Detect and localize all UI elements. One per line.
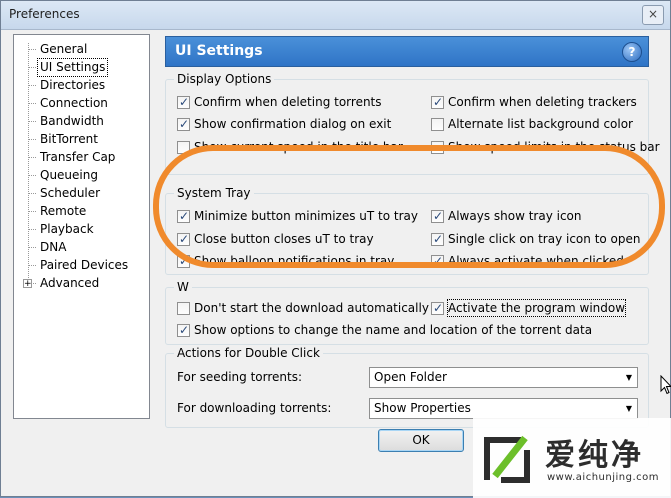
ok-button[interactable]: OK (378, 429, 464, 452)
downloading-action-label: For downloading torrents: (177, 401, 332, 415)
seeding-action-value: Open Folder (374, 370, 447, 384)
tree-guide-dash (28, 175, 36, 176)
checkbox-box[interactable] (177, 322, 190, 338)
tree-item-ui-settings[interactable]: UI Settings (36, 58, 109, 77)
tree-item-dna[interactable]: DNA (38, 239, 68, 256)
checkbox-label: Activate the program window (446, 299, 627, 317)
tree-guide-dash (28, 49, 36, 50)
page-title: UI Settings (175, 43, 263, 59)
checkbox-label: Always show tray icon (448, 209, 582, 223)
tree-item-scheduler[interactable]: Scheduler (38, 185, 102, 202)
watermark-logo: 爱纯净 www.aichunjing.com (473, 418, 671, 498)
checkbox-label: Alternate list background color (448, 117, 633, 131)
chevron-down-icon: ▼ (625, 404, 632, 413)
panel-header: UI Settings ? (165, 36, 649, 67)
brand-name: 爱纯净 (545, 438, 644, 473)
checkbox-label: Don't start the download automatically (194, 301, 429, 315)
checkbox-box[interactable] (177, 253, 190, 269)
brand-url: www.aichunjing.com (547, 472, 659, 483)
tree-guide-dash (28, 247, 36, 248)
tree-guide-dash (28, 229, 36, 230)
checkbox-label: Show confirmation dialog on exit (194, 117, 392, 131)
checkbox-box[interactable] (177, 116, 190, 132)
tree-guide-dash (28, 103, 36, 104)
window-title: Preferences (9, 7, 80, 21)
checkbox-label: Confirm when deleting torrents (194, 95, 382, 109)
tree-guide-dash (28, 265, 36, 266)
adding-torrents-label: W (174, 280, 192, 294)
checkbox-box[interactable] (431, 94, 444, 110)
display-options-label: Display Options (174, 72, 275, 86)
seeding-action-label: For seeding torrents: (177, 370, 302, 384)
checkbox-label: Show current speed in the title bar (194, 140, 403, 154)
close-icon[interactable]: × (642, 5, 664, 25)
checkbox-box[interactable] (431, 253, 444, 269)
tree-guide-dash (28, 121, 36, 122)
tree-item-advanced[interactable]: Advanced (38, 275, 101, 292)
checkbox-label: Show speed limits in the status bar (448, 140, 660, 154)
tree-item-directories[interactable]: Directories (38, 77, 107, 94)
checkbox-box[interactable] (177, 302, 190, 315)
chevron-down-icon: ▼ (625, 373, 632, 382)
checkbox-label: Close button closes uT to tray (194, 232, 374, 246)
mouse-cursor-icon (660, 375, 671, 395)
tree-item-bittorrent[interactable]: BitTorrent (38, 131, 100, 148)
checkbox-box[interactable] (431, 118, 444, 131)
tree-item-general[interactable]: General (38, 41, 89, 58)
checkbox-label: Single click on tray icon to open (448, 232, 641, 246)
title-bar[interactable]: Preferences × (1, 1, 670, 30)
preferences-window: Preferences × General UI Settings Director… (0, 0, 671, 498)
brand-logo-icon (484, 435, 530, 483)
help-icon[interactable]: ? (622, 42, 642, 62)
tree-item-connection[interactable]: Connection (38, 95, 110, 112)
tree-item-queueing[interactable]: Queueing (38, 167, 100, 184)
tree-guide-dash (28, 67, 36, 68)
checkbox-label: Minimize button minimizes uT to tray (194, 209, 418, 223)
tree-guide-dash (28, 139, 36, 140)
double-click-label: Actions for Double Click (174, 346, 323, 360)
checkbox-box[interactable] (431, 141, 444, 154)
checkbox-box[interactable] (177, 231, 190, 247)
tree-item-paired-devices[interactable]: Paired Devices (38, 257, 130, 274)
checkbox-label: Always activate when clicked (448, 254, 624, 268)
category-tree[interactable]: General UI Settings Directories Connection B… (13, 34, 150, 419)
downloading-action-value: Show Properties (374, 401, 471, 415)
tree-item-transfer-cap[interactable]: Transfer Cap (38, 149, 117, 166)
tree-guide-dash (28, 211, 36, 212)
downloading-action-select[interactable]: Show Properties ▼ (369, 398, 638, 419)
expand-icon[interactable]: + (23, 279, 32, 289)
tree-item-bandwidth[interactable]: Bandwidth (38, 113, 106, 130)
checkbox-box[interactable] (177, 208, 190, 224)
tree-guide-dash (28, 85, 36, 86)
checkbox-box[interactable] (431, 208, 444, 224)
tree-item-remote[interactable]: Remote (38, 203, 88, 220)
tree-guide-dash (28, 193, 36, 194)
checkbox-box[interactable] (177, 141, 190, 154)
system-tray-label: System Tray (174, 186, 254, 200)
checkbox-label: Show options to change the name and loca… (194, 323, 593, 337)
checkbox-label: Show balloon notifications in tray (194, 254, 395, 268)
checkbox-box[interactable] (177, 94, 190, 110)
checkbox-box[interactable] (431, 300, 444, 316)
tree-guide-line (28, 43, 29, 286)
checkbox-box[interactable] (431, 231, 444, 247)
checkbox-label: Confirm when deleting trackers (448, 95, 637, 109)
tree-item-playback[interactable]: Playback (38, 221, 96, 238)
tree-guide-dash (28, 157, 36, 158)
seeding-action-select[interactable]: Open Folder ▼ (369, 367, 638, 388)
